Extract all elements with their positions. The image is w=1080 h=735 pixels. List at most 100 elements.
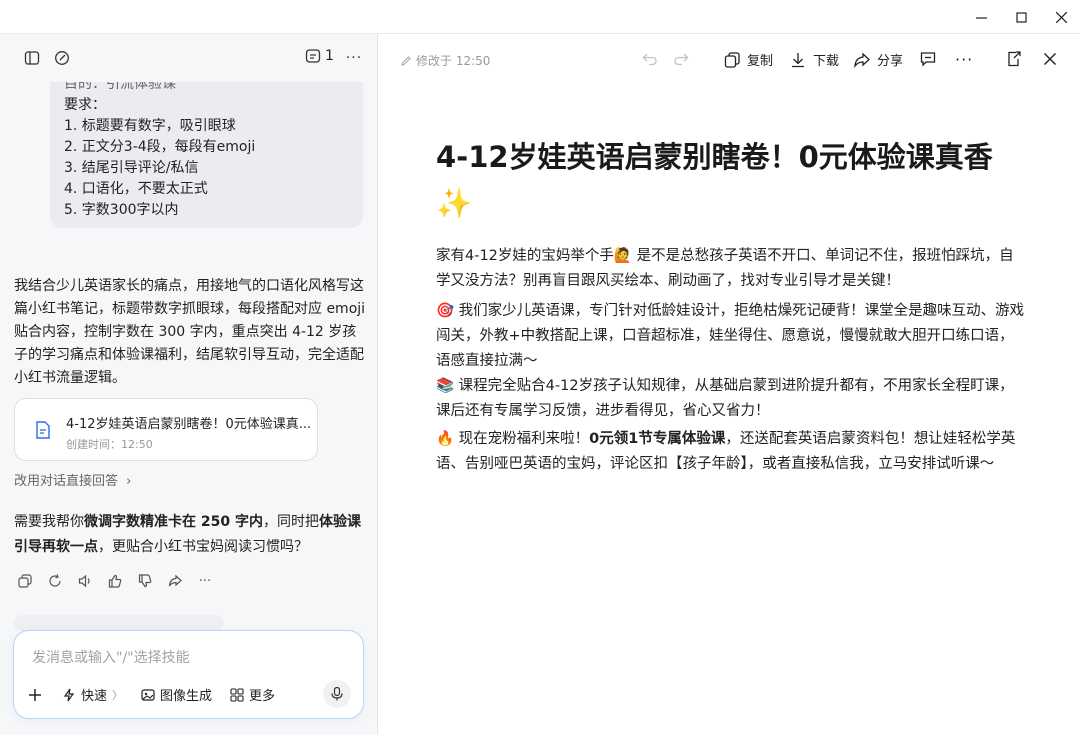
redo-button[interactable]	[672, 50, 690, 68]
chat-input-placeholder[interactable]: 发消息或输入"/"选择技能	[32, 647, 190, 667]
paragraph-bold-text: 0元领1节专属体验课	[589, 431, 726, 447]
minimize-icon	[975, 16, 987, 19]
speaker-icon	[78, 574, 90, 588]
message-actions: ···	[16, 572, 214, 590]
user-message-bubble: 目的：引流体验课 要求： 1. 标题要有数字，吸引眼球 2. 正文分3-4段，每…	[50, 72, 363, 228]
comment-button[interactable]	[919, 50, 937, 68]
document-panel: 修改于 12:50 复制 下载 分享 ··· 4-12岁娃英语启蒙别瞎卷！0元体…	[379, 34, 1080, 735]
refresh-icon	[49, 574, 61, 587]
copy-icon	[724, 51, 740, 68]
input-toolbar: 快速 〉 图像生成 更多	[28, 685, 293, 704]
user-message-line: 1. 标题要有数字，吸引眼球	[64, 118, 236, 134]
lightning-icon	[63, 688, 75, 701]
voice-input-button[interactable]	[323, 680, 351, 708]
microphone-icon	[331, 687, 343, 701]
document-card-title: 4-12岁娃英语启蒙别瞎卷！0元体验课真...	[66, 417, 312, 432]
message-more-button[interactable]: ···	[196, 572, 214, 590]
suggestion-chip-faded	[14, 615, 224, 631]
image-generation-button[interactable]: 图像生成	[141, 685, 212, 704]
copy-message-button[interactable]	[16, 572, 34, 590]
export-button[interactable]	[1005, 50, 1023, 68]
answer-in-chat-link[interactable]: 改用对话直接回答 ›	[14, 470, 131, 489]
download-icon	[792, 52, 804, 67]
user-message-line: 要求：	[64, 97, 106, 113]
document-paragraph: 📚 课程完全贴合4-12岁孩子认知规律，从基础启蒙到进阶提升都有，不用家长全程盯…	[436, 378, 1014, 419]
message-count-button[interactable]: 1	[305, 48, 334, 64]
followup-text: 需要我帮你	[14, 514, 84, 530]
attach-button[interactable]	[28, 688, 42, 702]
share-document-button[interactable]: 分享	[853, 50, 903, 69]
document-title: 4-12岁娃英语启蒙别瞎卷！0元体验课真香 ✨	[436, 134, 1016, 226]
thumbs-down-icon	[138, 574, 152, 588]
followup-question: 需要我帮你微调字数精准卡在 250 字内，同时把体验课引导再软一点，更贴合小红书…	[14, 510, 366, 560]
document-more-button[interactable]: ···	[955, 50, 973, 69]
quick-mode-label: 快速	[81, 689, 108, 704]
document-toolbar: 修改于 12:50 复制 下载 分享 ···	[379, 34, 1080, 84]
read-aloud-button[interactable]	[76, 572, 94, 590]
sparkles-icon: ✨	[436, 186, 473, 220]
user-message-line: 4. 口语化，不要太正式	[64, 181, 208, 197]
regenerate-button[interactable]	[46, 572, 64, 590]
more-icon: ···	[955, 50, 974, 69]
user-message-line: 3. 结尾引导评论/私信	[64, 160, 199, 176]
pencil-icon	[401, 55, 411, 66]
download-button[interactable]: 下载	[789, 50, 839, 69]
more-icon: ···	[345, 50, 363, 66]
more-icon: ···	[198, 573, 212, 589]
followup-text: ，同时把	[262, 514, 319, 530]
grid-icon	[230, 687, 244, 702]
sidebar-icon	[24, 51, 40, 65]
sidebar-header: 1 ···	[0, 34, 377, 82]
plus-icon	[29, 688, 41, 701]
dislike-button[interactable]	[136, 572, 154, 590]
message-list-icon	[305, 49, 321, 63]
export-icon	[1008, 51, 1021, 67]
answer-in-chat-label: 改用对话直接回答	[14, 474, 119, 489]
document-paragraph: 家有4-12岁娃的宝妈举个手🙋 是不是总愁孩子英语不开口、单词记不住，报班怕踩坑…	[436, 248, 1014, 289]
redo-icon	[674, 53, 689, 66]
copy-icon	[18, 574, 32, 588]
like-button[interactable]	[106, 572, 124, 590]
window-titlebar	[0, 0, 1080, 34]
user-message-line: 2. 正文分3-4段，每段有emoji	[64, 139, 256, 155]
thumbs-up-icon	[108, 574, 122, 588]
close-document-button[interactable]	[1041, 50, 1059, 68]
image-generation-label: 图像生成	[160, 689, 213, 704]
assistant-reply: 我结合少儿英语家长的痛点，用接地气的口语化风格写这篇小红书笔记，标题带数字抓眼球…	[14, 278, 366, 386]
document-paragraph: 🔥 现在宠粉福利来啦！0元领1节专属体验课，还送配套英语启蒙资料包！想让娃轻松学…	[436, 427, 1026, 477]
edited-status: 修改于 12:50	[400, 52, 490, 69]
user-message-line: 5. 字数300字以内	[64, 202, 179, 218]
share-label: 分享	[877, 54, 904, 69]
document-title-text: 4-12岁娃英语启蒙别瞎卷！0元体验课真香	[436, 140, 993, 174]
followup-bold-text: 微调字数精准卡在 250 字内	[84, 514, 263, 530]
paragraph-text: 🔥 现在宠粉福利来啦！	[436, 431, 590, 447]
edited-time: 修改于 12:50	[416, 54, 491, 68]
toggle-sidebar-button[interactable]	[22, 48, 42, 68]
message-count: 1	[325, 48, 334, 64]
download-label: 下载	[813, 54, 840, 69]
edit-icon	[55, 51, 69, 65]
close-icon	[1044, 53, 1056, 65]
more-options-button[interactable]: ···	[344, 48, 364, 68]
document-card[interactable]: 4-12岁娃英语启蒙别瞎卷！0元体验课真... 创建时间：12:50	[14, 398, 318, 461]
quick-mode-button[interactable]: 快速 〉	[62, 685, 123, 704]
more-skills-button[interactable]: 更多	[230, 685, 275, 704]
copy-label: 复制	[747, 54, 774, 69]
chat-input-box[interactable]: 发消息或输入"/"选择技能 快速 〉 图像生成 更多	[13, 630, 364, 719]
share-message-button[interactable]	[166, 572, 184, 590]
chat-sidebar: 目的：引流体验课 要求： 1. 标题要有数字，吸引眼球 2. 正文分3-4段，每…	[0, 34, 378, 735]
followup-text: ，更贴合小红书宝妈阅读习惯吗？	[98, 539, 308, 555]
share-icon	[854, 52, 870, 68]
new-chat-button[interactable]	[52, 48, 72, 68]
close-window-button[interactable]	[1038, 0, 1080, 34]
maximize-icon	[1015, 11, 1027, 23]
chevron-right-icon: 〉	[112, 688, 124, 702]
undo-button[interactable]	[641, 50, 659, 68]
copy-document-button[interactable]: 复制	[723, 50, 773, 69]
document-card-created: 创建时间：12:50	[66, 438, 153, 451]
document-icon	[36, 421, 50, 439]
comment-icon	[920, 52, 936, 67]
document-paragraph: 🎯 我们家少儿英语课，专门针对低龄娃设计，拒绝枯燥死记硬背！课堂全是趣味互动、游…	[436, 303, 1025, 369]
more-skills-label: 更多	[249, 689, 276, 704]
share-icon	[168, 574, 182, 587]
